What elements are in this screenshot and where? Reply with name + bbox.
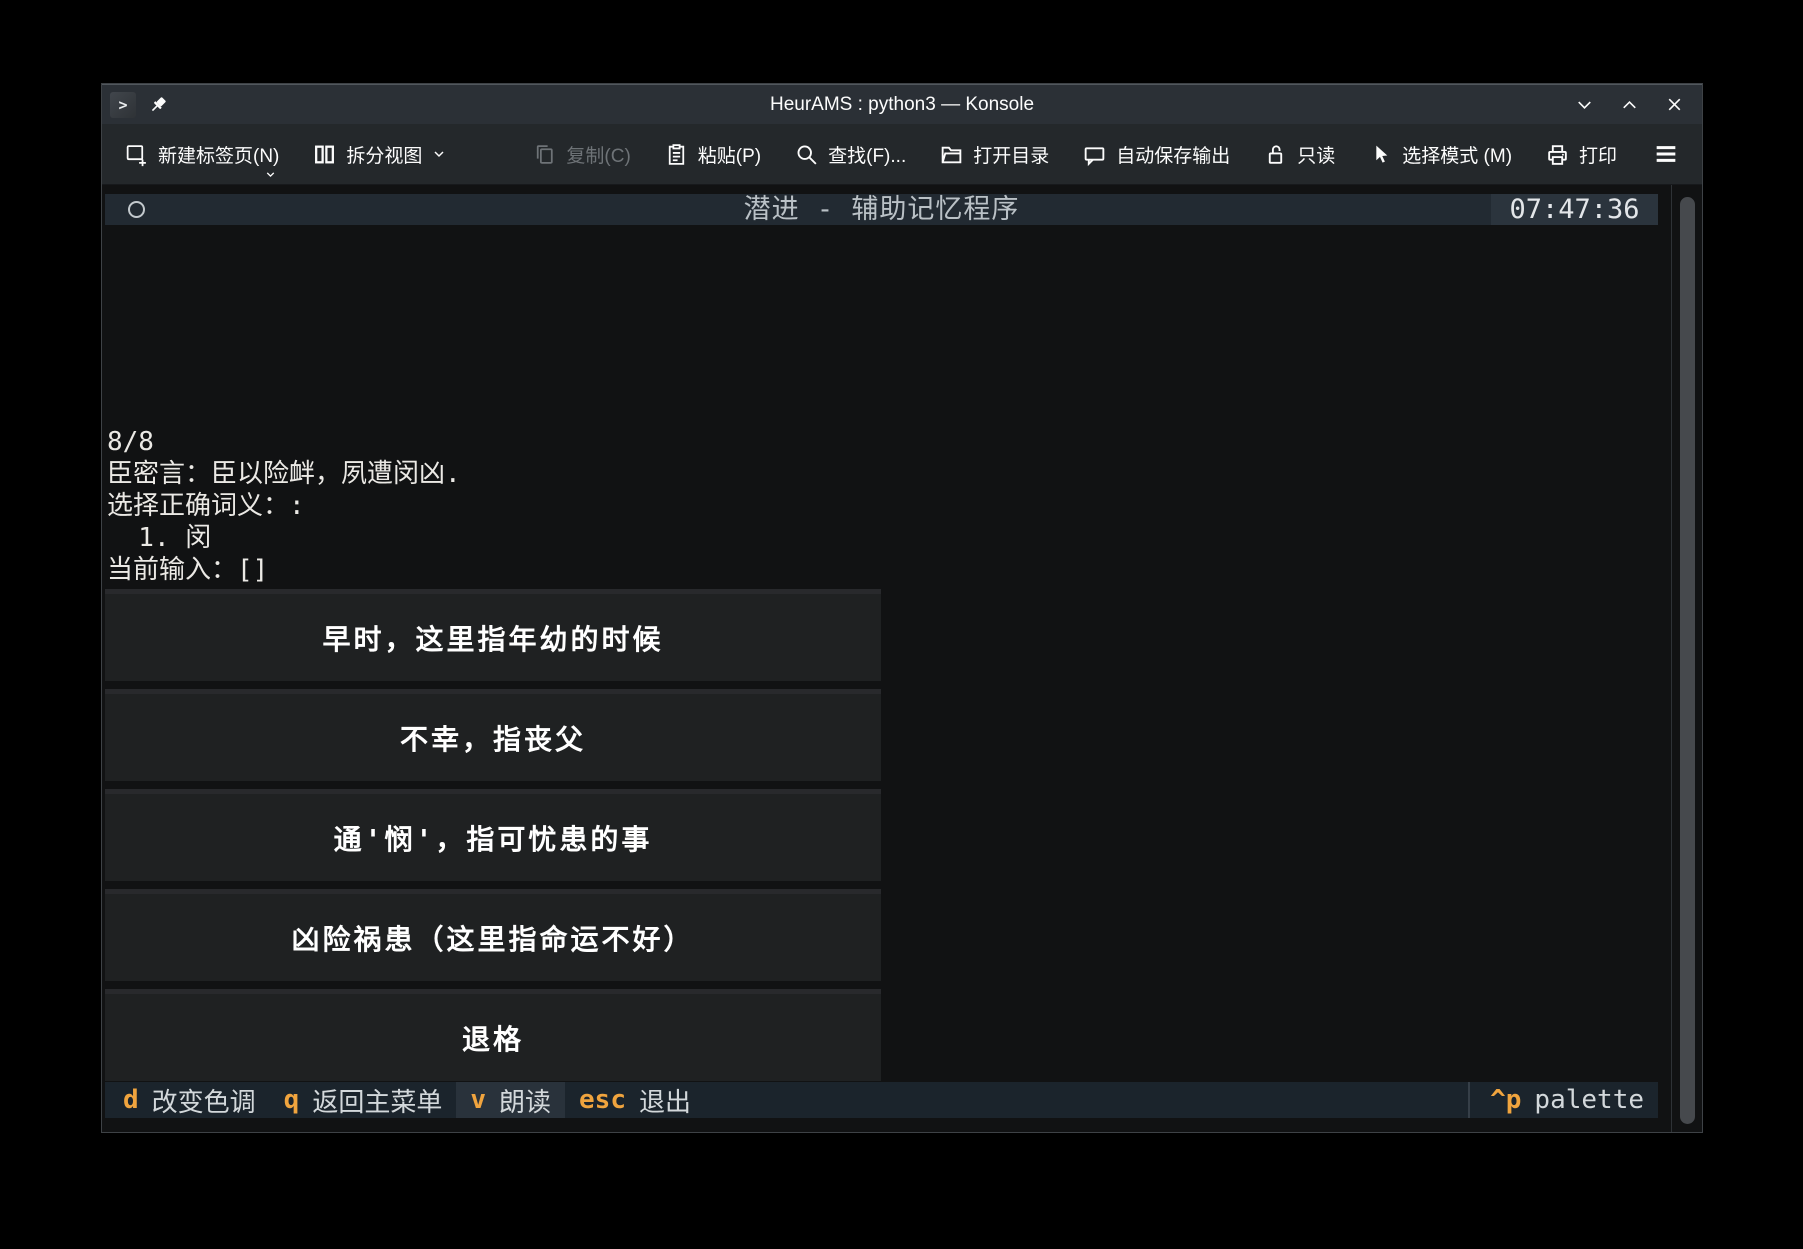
chevron-down-icon[interactable] [264, 168, 277, 181]
cursor-icon [1368, 142, 1393, 167]
new-tab-label: 新建标签页(N) [158, 141, 279, 168]
tui-header-bar: 潜进 - 辅助记忆程序 07:47:36 [105, 194, 1658, 225]
printer-icon [1545, 142, 1570, 167]
paste-icon [664, 142, 689, 167]
toolbar: 新建标签页(N) 拆分视图 [102, 124, 1702, 185]
chevron-down-icon[interactable] [431, 146, 447, 162]
terminal-viewport[interactable]: 潜进 - 辅助记忆程序 07:47:36 8/8 臣密言：臣以险衅，夙遭闵凶. … [102, 185, 1702, 1132]
new-tab-icon [124, 142, 149, 167]
select-mode-button[interactable]: 选择模式 (M) [1368, 141, 1512, 168]
open-directory-label: 打开目录 [973, 141, 1049, 168]
option-button-2[interactable]: 不幸，指丧父 [105, 689, 881, 781]
open-directory-button[interactable]: 打开目录 [939, 141, 1049, 168]
shortcut-key: esc [579, 1085, 626, 1115]
shortcut-key: v [470, 1085, 486, 1115]
window-controls [1573, 85, 1686, 124]
paste-button[interactable]: 粘贴(P) [664, 141, 761, 168]
option-button-3[interactable]: 通'悯'，指可忧患的事 [105, 789, 881, 881]
split-view-icon [312, 142, 337, 167]
print-button[interactable]: 打印 [1545, 141, 1617, 168]
shortcut-key: d [123, 1085, 139, 1115]
autosave-output-button[interactable]: 自动保存输出 [1082, 141, 1230, 168]
search-icon [794, 142, 819, 167]
pin-icon[interactable] [147, 94, 169, 116]
terminal-tab-icon[interactable]: > [110, 92, 136, 118]
scrollbar-track [1671, 185, 1672, 1132]
option-button-4[interactable]: 凶险祸患（这里指命运不好） [105, 889, 881, 981]
find-label: 查找(F)... [828, 141, 906, 168]
close-button[interactable] [1663, 93, 1686, 116]
shortcut-exit[interactable]: esc 退出 [565, 1082, 705, 1118]
shortcut-read-aloud[interactable]: v 朗读 [456, 1082, 565, 1118]
hamburger-icon [1652, 140, 1680, 168]
shortcut-label: 改变色调 [152, 1082, 256, 1119]
titlebar-left: > [110, 85, 169, 124]
shortcut-label: palette [1534, 1085, 1644, 1115]
palette-shortcut[interactable]: ^p palette [1470, 1082, 1658, 1118]
konsole-window: > HeurAMS : python3 — Konsole [101, 83, 1703, 1133]
folder-icon [939, 142, 964, 167]
unlock-icon [1263, 142, 1288, 167]
shortcut-footer: d 改变色调 q 返回主菜单 v 朗读 esc 退出 ^p palette [105, 1082, 1658, 1118]
clock: 07:47:36 [1491, 194, 1658, 225]
minimize-button[interactable] [1573, 93, 1596, 116]
shortcut-key: ^p [1490, 1085, 1521, 1115]
option-button-1[interactable]: 早时，这里指年幼的时候 [105, 589, 881, 681]
shortcut-key: q [284, 1085, 300, 1115]
window-title: HeurAMS : python3 — Konsole [102, 94, 1702, 116]
footer-right: ^p palette [1468, 1082, 1658, 1118]
quiz-text: 8/8 臣密言：臣以险衅，夙遭闵凶. 选择正确词义：: 1. 闵 当前输入：[] [107, 426, 461, 586]
shortcut-main-menu[interactable]: q 返回主菜单 [270, 1082, 457, 1118]
split-view-label: 拆分视图 [346, 141, 422, 168]
copy-icon [532, 142, 557, 167]
shortcut-label: 返回主菜单 [312, 1082, 442, 1119]
autosave-output-label: 自动保存输出 [1116, 141, 1230, 168]
copy-label: 复制(C) [566, 141, 630, 168]
find-button[interactable]: 查找(F)... [794, 141, 906, 168]
titlebar: > HeurAMS : python3 — Konsole [102, 84, 1702, 124]
copy-button[interactable]: 复制(C) [532, 141, 630, 168]
new-tab-button[interactable]: 新建标签页(N) [124, 141, 279, 168]
print-label: 打印 [1579, 141, 1617, 168]
output-bubble-icon [1082, 142, 1107, 167]
answer-options: 早时，这里指年幼的时候 不幸，指丧父 通'悯'，指可忧患的事 凶险祸患（这里指命… [105, 589, 881, 1081]
read-only-label: 只读 [1297, 141, 1335, 168]
app-title: 潜进 - 辅助记忆程序 [105, 194, 1658, 225]
menu-button[interactable] [1652, 140, 1680, 168]
scrollbar-thumb[interactable] [1680, 197, 1695, 1124]
select-mode-label: 选择模式 (M) [1402, 141, 1512, 168]
shortcut-change-theme[interactable]: d 改变色调 [109, 1082, 270, 1118]
maximize-button[interactable] [1618, 93, 1641, 116]
shortcut-label: 朗读 [499, 1082, 551, 1119]
backspace-button[interactable]: 退格 [105, 989, 881, 1081]
shortcut-label: 退出 [639, 1082, 691, 1119]
split-view-button[interactable]: 拆分视图 [312, 141, 447, 168]
read-only-button[interactable]: 只读 [1263, 141, 1335, 168]
paste-label: 粘贴(P) [698, 141, 761, 168]
